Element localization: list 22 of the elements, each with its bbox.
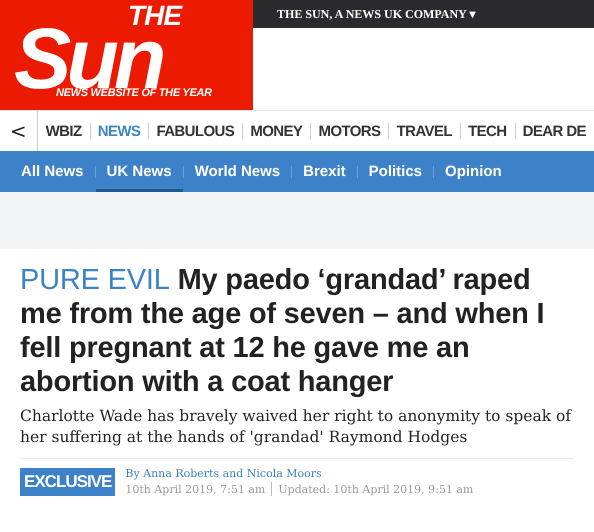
nav-item[interactable]: MONEY [242, 122, 310, 140]
logo-tagline: NEWS WEBSITE OF THE YEAR [56, 87, 212, 99]
byline-link[interactable]: By Anna Roberts and Nicola Moors [125, 467, 474, 480]
nav-item[interactable]: DEAR DE [514, 122, 594, 140]
publish-date: 10th April 2019, 7:51 am [125, 482, 266, 496]
logo-text: THE [128, 2, 181, 30]
nav-item[interactable]: FABULOUS [148, 122, 242, 140]
sub-nav-tab[interactable]: Opinion [434, 152, 513, 192]
nav-item[interactable]: NEWS [90, 122, 148, 140]
exclusive-badge: EXCLUSIVE [20, 468, 116, 496]
nav-item[interactable]: MOTORS [310, 122, 388, 140]
nav-item[interactable]: WBIZ [38, 122, 90, 140]
nav-item[interactable]: TRAVEL [388, 122, 460, 140]
standfirst: Charlotte Wade has bravely waived her right to anonymity to speak of her suffering at the hands of 'grandad' Raymond Hodges [20, 406, 573, 448]
nav-item[interactable]: TECH [460, 122, 514, 140]
company-menu[interactable]: THE SUN, A NEWS UK COMPANY ▾ [277, 6, 476, 22]
sub-nav-tab[interactable]: All News [10, 152, 95, 192]
headline: PURE EVIL My paedo ‘grandad’ raped me from the age of seven – and when I fell pregnant at 12 he gave me an abortion with a coat hanger [20, 263, 546, 399]
updated-date: Updated: 10th April 2019, 9:51 am [278, 482, 474, 496]
sub-nav-tab[interactable]: Politics [358, 152, 434, 192]
sub-nav-tab[interactable]: Brexit [292, 152, 357, 192]
sub-nav-tab[interactable]: World News [184, 152, 292, 192]
